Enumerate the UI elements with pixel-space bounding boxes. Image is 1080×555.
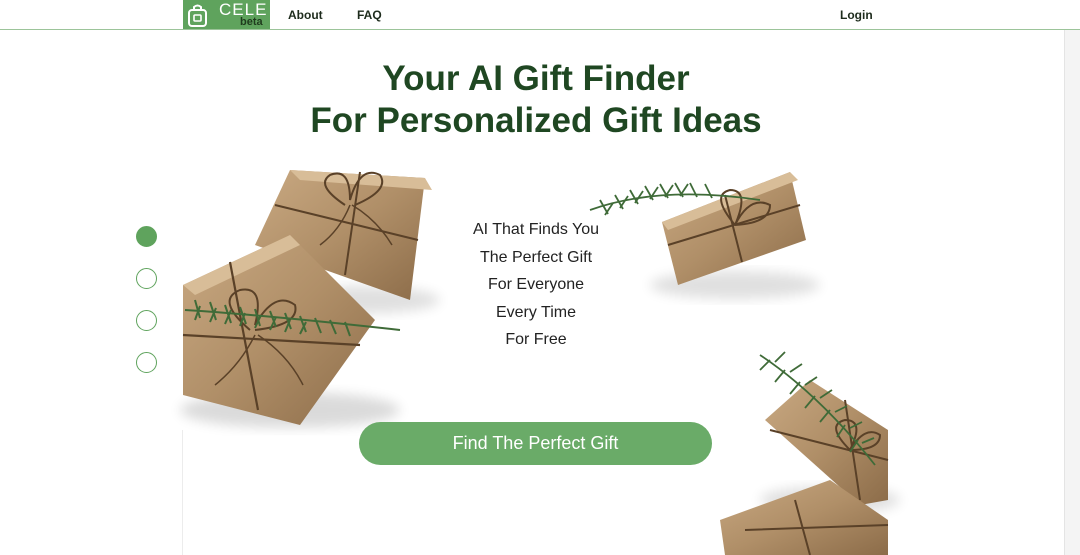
nav-link-about[interactable]: About: [288, 8, 323, 22]
content-edge-divider: [182, 430, 183, 555]
tagline-line: For Free: [505, 331, 567, 348]
gift-bag-icon: [188, 4, 207, 27]
headline-line-2: For Personalized Gift Ideas: [310, 101, 762, 140]
beta-badge: beta: [240, 16, 263, 28]
tagline-line: The Perfect Gift: [479, 248, 593, 266]
hero-tagline: AI That Finds You The Perfect Gift For E…: [436, 216, 636, 354]
nav-link-faq[interactable]: FAQ: [357, 8, 382, 22]
carousel-dot-2[interactable]: [136, 268, 157, 289]
carousel-dot-3[interactable]: [136, 310, 157, 331]
cele-logo[interactable]: CELE beta: [183, 0, 270, 29]
tagline-line: Every Time: [495, 303, 576, 321]
gift-box-top-left-back: [255, 170, 440, 314]
gift-box-bottom-right: [720, 351, 900, 555]
carousel-dot-4[interactable]: [136, 352, 157, 373]
headline-line-1: Your AI Gift Finder: [382, 59, 690, 98]
tagline-line: AI That Finds You: [472, 221, 599, 238]
carousel-dot-1[interactable]: [136, 226, 157, 247]
page-title: Your AI Gift Finder For Personalized Gif…: [236, 58, 836, 142]
find-perfect-gift-button[interactable]: Find The Perfect Gift: [359, 422, 712, 465]
page-scrollbar-track[interactable]: [1064, 30, 1080, 555]
top-navigation-bar: CELE beta About FAQ Login: [0, 0, 1080, 30]
nav-link-login[interactable]: Login: [840, 8, 873, 22]
tagline-line: For Everyone: [487, 276, 585, 293]
gift-box-left-front: [180, 235, 401, 428]
